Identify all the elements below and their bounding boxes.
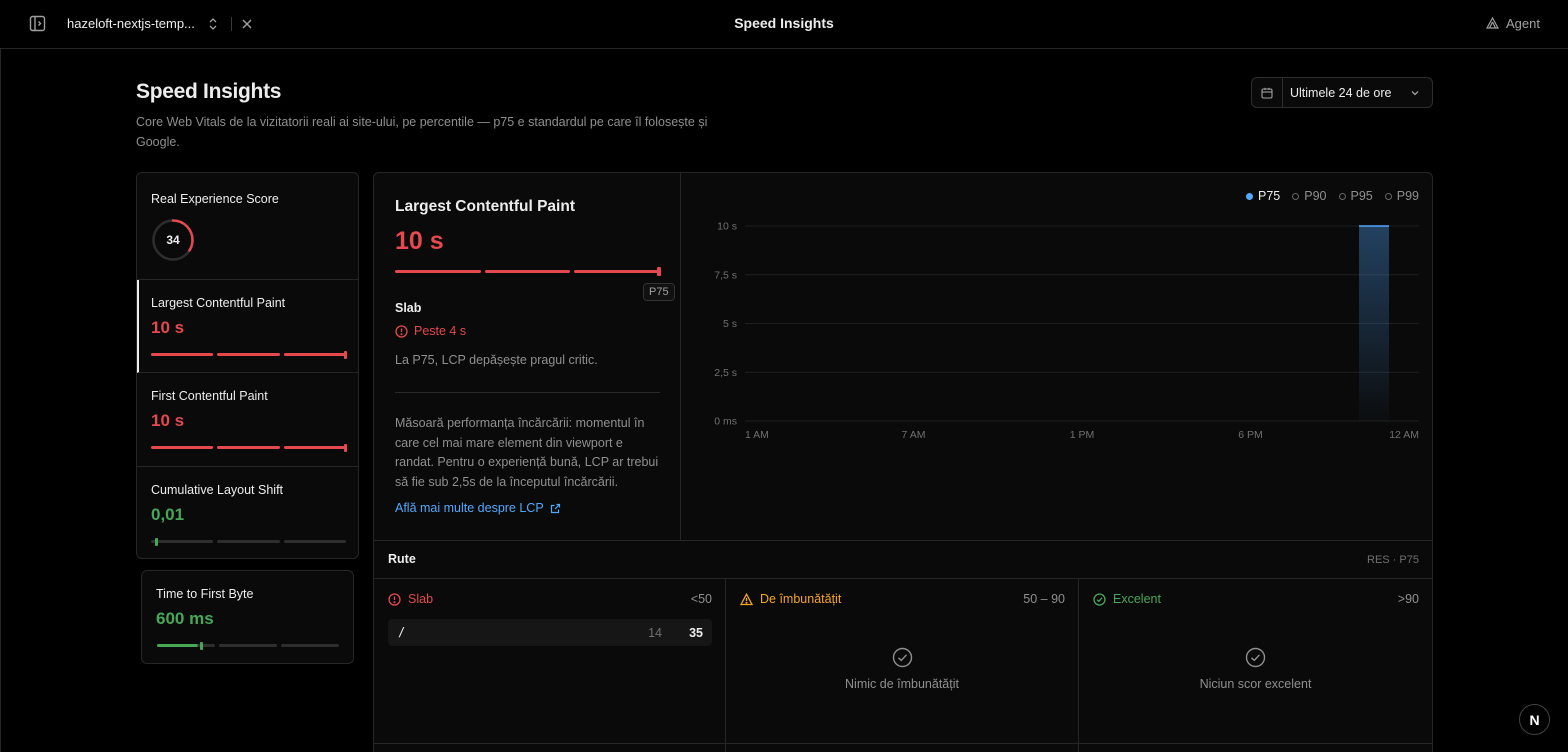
detail-bar bbox=[395, 270, 661, 273]
chevron-down-icon bbox=[1411, 91, 1419, 96]
metric-detail: Largest Contentful Paint 10 s P75 Slab P… bbox=[374, 173, 681, 540]
y-tick-label: 7,5 s bbox=[714, 269, 737, 281]
metric-bar bbox=[151, 537, 346, 546]
score-value: 34 bbox=[166, 233, 180, 247]
detail-status: Slab bbox=[395, 301, 422, 315]
metric-marker bbox=[344, 443, 347, 452]
metric-label: Real Experience Score bbox=[151, 192, 279, 206]
alert-circle-icon bbox=[395, 324, 408, 338]
x-tick-label: 7 AM bbox=[902, 429, 926, 441]
external-link-icon bbox=[550, 503, 560, 513]
bucket-header: Excelent bbox=[1093, 592, 1161, 606]
metric-bar bbox=[151, 443, 347, 452]
check-circle-icon bbox=[1093, 592, 1106, 606]
warning-triangle-icon bbox=[740, 592, 753, 605]
metric-fcp[interactable]: First Contentful Paint 10 s bbox=[137, 373, 358, 467]
page-subtitle: Core Web Vitals de la vizitatorii reali … bbox=[136, 115, 708, 149]
route-row[interactable]: / 14 35 bbox=[388, 619, 712, 646]
link-label: Află mai multe despre LCP bbox=[395, 501, 544, 515]
routes-title: Rute bbox=[388, 552, 416, 566]
nextjs-badge[interactable]: N bbox=[1519, 704, 1550, 735]
detail-description: Măsoară performanța încărcării: momentul… bbox=[395, 416, 659, 489]
lcp-chart: 0 ms 2,5 s 5 s 7,5 s 10 s 1 AM 7 AM 1 PM 6 PM 12 … bbox=[714, 221, 1419, 441]
y-tick-label: 0 ms bbox=[714, 416, 737, 428]
bucket-label: Excelent bbox=[1113, 592, 1161, 606]
metric-value: 10 s bbox=[151, 411, 185, 430]
divider bbox=[395, 392, 660, 393]
bucket-range: 50 – 90 bbox=[1023, 592, 1065, 606]
y-tick-label: 5 s bbox=[723, 318, 737, 330]
bucket-poor: Slab <50 / 14 35 bbox=[374, 579, 726, 752]
date-range-select[interactable]: Ultimele 24 de ore bbox=[1251, 77, 1433, 108]
metric-value: 0,01 bbox=[151, 505, 185, 524]
bucket-range: >90 bbox=[1397, 592, 1419, 606]
metric-bar bbox=[151, 350, 347, 359]
alert-circle-icon bbox=[388, 592, 401, 606]
bucket-label: De îmbunătățit bbox=[760, 592, 842, 606]
x-tick-label: 1 AM bbox=[745, 429, 769, 441]
metric-cls[interactable]: Cumulative Layout Shift 0,01 bbox=[137, 467, 358, 558]
metric-marker bbox=[155, 537, 158, 546]
sidebar-edge bbox=[0, 49, 1, 752]
agent-label: Agent bbox=[1506, 16, 1540, 31]
detail-title: Largest Contentful Paint bbox=[395, 198, 575, 215]
x-tick-label: 6 PM bbox=[1238, 429, 1263, 441]
metric-ttfb[interactable]: Time to First Byte 600 ms bbox=[141, 570, 354, 664]
metric-label: Cumulative Layout Shift bbox=[151, 483, 284, 497]
route-count: 14 bbox=[648, 626, 662, 640]
route-path: / bbox=[398, 625, 406, 639]
y-tick-label: 10 s bbox=[717, 221, 737, 233]
bucket-label: Slab bbox=[408, 592, 434, 606]
routes-meta: RES · P75 bbox=[1367, 554, 1419, 566]
metric-lcp[interactable]: Largest Contentful Paint 10 s bbox=[137, 280, 358, 373]
calendar-icon bbox=[1261, 87, 1273, 99]
divider bbox=[374, 743, 1432, 744]
detail-marker bbox=[657, 267, 661, 276]
threshold-text: Peste 4 s bbox=[414, 324, 467, 338]
check-circle-icon bbox=[1245, 647, 1266, 668]
y-tick-label: 2,5 s bbox=[714, 367, 737, 379]
detail-value: 10 s bbox=[395, 227, 444, 255]
check-circle-icon bbox=[892, 647, 913, 668]
x-tick-label: 1 PM bbox=[1070, 429, 1095, 441]
page-title: Speed Insights bbox=[136, 80, 282, 103]
range-icon-box bbox=[1252, 78, 1283, 107]
main-panel: Largest Contentful Paint 10 s P75 Slab P… bbox=[373, 172, 1433, 752]
bucket-header: De îmbunătățit bbox=[740, 592, 841, 606]
metric-value: 10 s bbox=[151, 318, 185, 337]
metric-label: Time to First Byte bbox=[156, 587, 254, 601]
agent-button[interactable]: Agent bbox=[1486, 16, 1540, 31]
metric-label: First Contentful Paint bbox=[151, 389, 268, 403]
metric-marker bbox=[344, 350, 347, 359]
routes-header: Rute RES · P75 bbox=[374, 540, 1432, 579]
empty-state-text: Niciun scor excelent bbox=[1199, 677, 1312, 691]
bucket-improve: De îmbunătățit 50 – 90 Nimic de îmbunătă… bbox=[726, 579, 1079, 752]
bucket-good: Excelent >90 Niciun scor excelent bbox=[1079, 579, 1432, 752]
metric-bar bbox=[157, 641, 339, 650]
agent-icon bbox=[1486, 17, 1500, 29]
chart-bar[interactable] bbox=[1359, 226, 1389, 421]
learn-more-link[interactable]: Află mai multe despre LCP bbox=[395, 501, 561, 515]
metric-marker bbox=[200, 641, 203, 650]
route-score: 35 bbox=[689, 626, 703, 640]
x-tick-label: 12 AM bbox=[1389, 429, 1419, 441]
detail-threshold: Peste 4 s bbox=[395, 324, 466, 338]
percentile-badge: P75 bbox=[643, 283, 675, 301]
chart-area: P75 P90 P95 P99 0 ms 2,5 s5 s 7,5 s 10 s1 A… bbox=[681, 173, 1432, 540]
empty-state-text: Nimic de îmbunătățit bbox=[845, 677, 959, 691]
metric-label: Largest Contentful Paint bbox=[151, 296, 286, 310]
top-bar: hazeloft-nextjs-temp... Speed Insights A… bbox=[0, 0, 1568, 49]
detail-note: La P75, LCP depășește pragul critic. bbox=[395, 353, 598, 367]
app-title: Speed Insights bbox=[734, 15, 834, 31]
date-range-value: Ultimele 24 de ore bbox=[1290, 85, 1392, 100]
bucket-range: <50 bbox=[690, 592, 712, 606]
bucket-header: Slab bbox=[388, 592, 433, 606]
metric-value: 600 ms bbox=[156, 609, 214, 628]
metric-res[interactable]: Real Experience Score 34 bbox=[137, 173, 358, 280]
metrics-list: Real Experience Score 34 Largest Content… bbox=[136, 172, 359, 559]
